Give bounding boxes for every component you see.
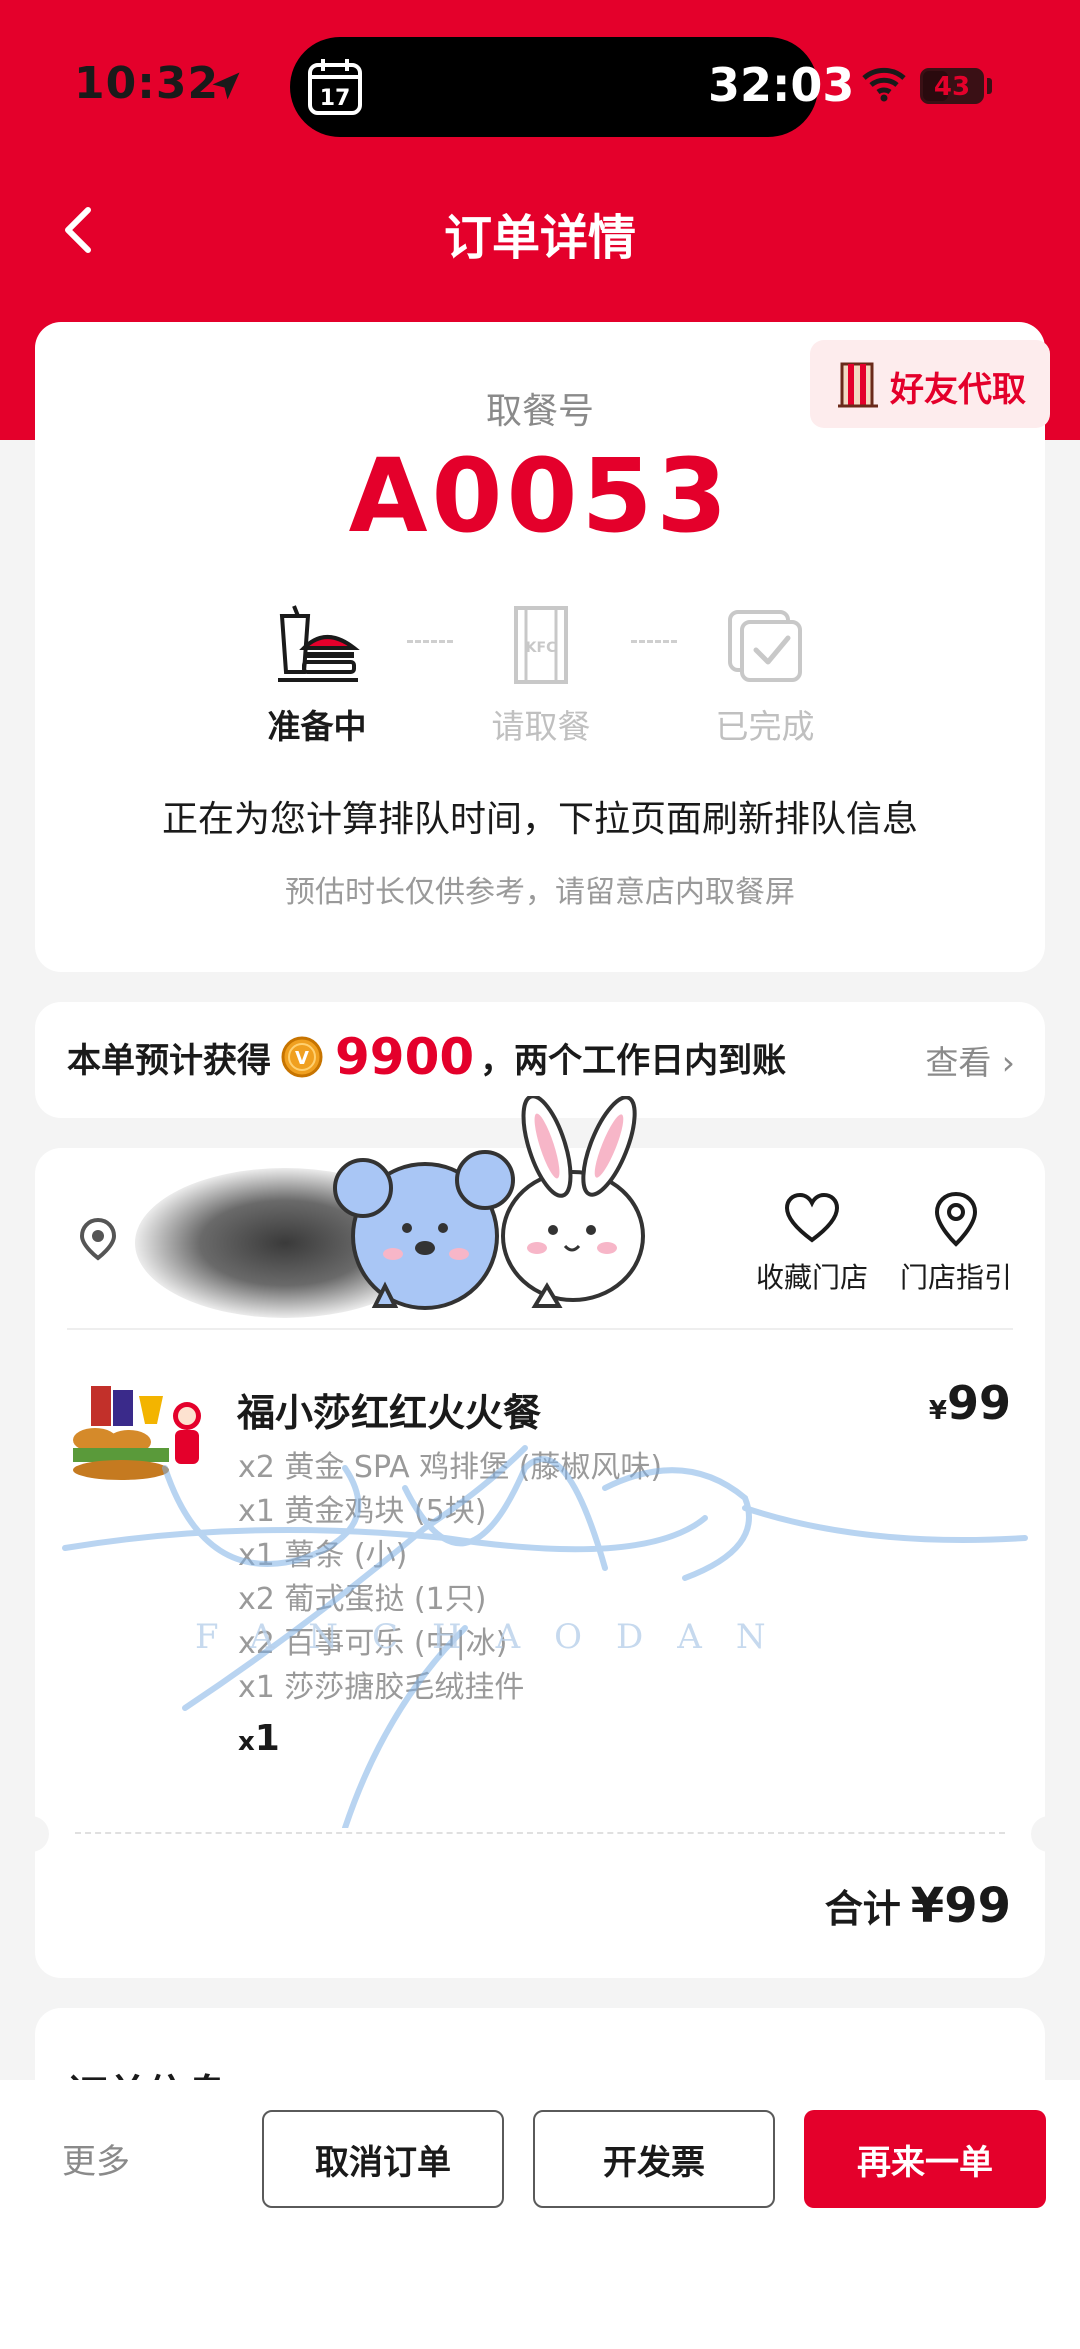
store-location-pin-icon [79,1217,117,1261]
status-bar: 10:32 17 32:03 43 [0,0,1080,175]
meal-qty-prefix: x [238,1727,255,1757]
step-ready: KFC 请取餐 [481,602,601,746]
meal-price-symbol: ¥ [928,1396,947,1426]
meal-price-value: 99 [946,1376,1011,1430]
store-guide-button[interactable]: 门店指引 [891,1190,1021,1296]
completed-check-icon [728,610,802,682]
calendar-day: 17 [320,86,351,111]
favorite-store-label: 收藏门店 [755,1261,868,1294]
store-guide-label: 门店指引 [899,1261,1012,1294]
heart-icon [784,1192,840,1243]
home-indicator[interactable] [398,2304,682,2316]
meal-item: x1 莎莎搪胶毛绒挂件 [238,1670,525,1705]
location-arrow-icon [212,72,240,100]
meal-quantity: x1 [238,1718,280,1759]
status-time: 10:32 [74,58,220,109]
ticket-notch [1031,1816,1067,1852]
step-connector [631,640,677,643]
bottom-action-bar: 更多 取消订单 开发票 再来一单 [0,2080,1080,2349]
view-points-link[interactable]: 查看 › [925,1036,1015,1084]
points-suffix: ，两个工作日内到账 [480,1040,787,1081]
invoice-button[interactable]: 开发票 [533,2110,775,2208]
activity-timer: 32:03 [708,58,855,112]
more-button[interactable]: 更多 [62,2134,130,2183]
v-gold-coin-icon: V [281,1036,323,1078]
map-pin-icon [934,1191,978,1247]
svg-text:V: V [295,1048,309,1069]
meal-name: 福小莎红红火火餐 [237,1391,542,1435]
pickup-label: 取餐号 [485,391,594,432]
total-label: 合计 [824,1887,901,1931]
total-value: ¥99 [910,1878,1011,1934]
meal-item: x1 黄金鸡块 (5块) [238,1494,487,1529]
step-label-ready: 请取餐 [491,707,591,746]
step-preparing: 准备中 [257,602,377,746]
meal-item: x2 百事可乐 (中|冰) [238,1626,508,1661]
ticket-notch [13,1816,49,1852]
order-card: 收藏门店 门店指引 福小莎红红火火餐 ¥99 x2 黄金 SPA 鸡排堡 (藤椒… [13,1096,1067,1978]
reorder-button[interactable]: 再来一单 [804,2110,1046,2208]
meal-qty-value: 1 [254,1718,280,1759]
queue-note: 预估时长仅供参考，请留意店内取餐屏 [285,875,795,910]
step-completed: 已完成 [705,602,825,746]
page-title: 订单详情 [443,210,636,266]
queue-message: 正在为您计算排队时间，下拉页面刷新排队信息 [161,799,918,840]
meal-item-list: x2 黄金 SPA 鸡排堡 (藤椒风味) x1 黄金鸡块 (5块) x1 薯条 … [238,1446,662,1710]
favorite-store-button[interactable]: 收藏门店 [747,1190,877,1296]
meal-item: x2 葡式蛋挞 (1只) [238,1582,487,1617]
bear-rabbit-sticker-icon [333,1096,645,1310]
battery-level: 43 [933,72,971,102]
step-label-completed: 已完成 [715,707,815,746]
meal-item: x1 薯条 (小) [238,1538,408,1573]
calendar-icon: 17 [308,59,362,115]
step-label-preparing: 准备中 [267,707,367,746]
meal-thumbnail [73,1386,201,1480]
kfc-bag-outline-icon: KFC [514,606,568,684]
battery-cap [987,78,992,94]
points-row: 本单预计获得 V 9900 ，两个工作日内到账 [67,1028,786,1086]
step-connector [407,640,453,643]
pickup-card: 好友代取 取餐号 A0053 准备中 KFC 请取餐 已完成 正在为您计算排队时… [35,322,1050,972]
points-value: 9900 [335,1028,475,1086]
cancel-order-button[interactable]: 取消订单 [262,2110,504,2208]
points-prefix: 本单预计获得 [67,1040,271,1081]
ticket-perforation [75,1832,1005,1834]
meal-price: ¥99 [929,1376,1011,1430]
divider [67,1328,1013,1330]
order-total: 合计 ¥99 [825,1878,1011,1934]
battery-icon: 43 [920,68,984,104]
svg-text:KFC: KFC [526,640,557,656]
pickup-number: A0053 [348,437,732,556]
wifi-icon [862,67,906,102]
meal-item: x2 黄金 SPA 鸡排堡 (藤椒风味) [238,1450,663,1485]
burger-drink-icon [278,605,360,682]
